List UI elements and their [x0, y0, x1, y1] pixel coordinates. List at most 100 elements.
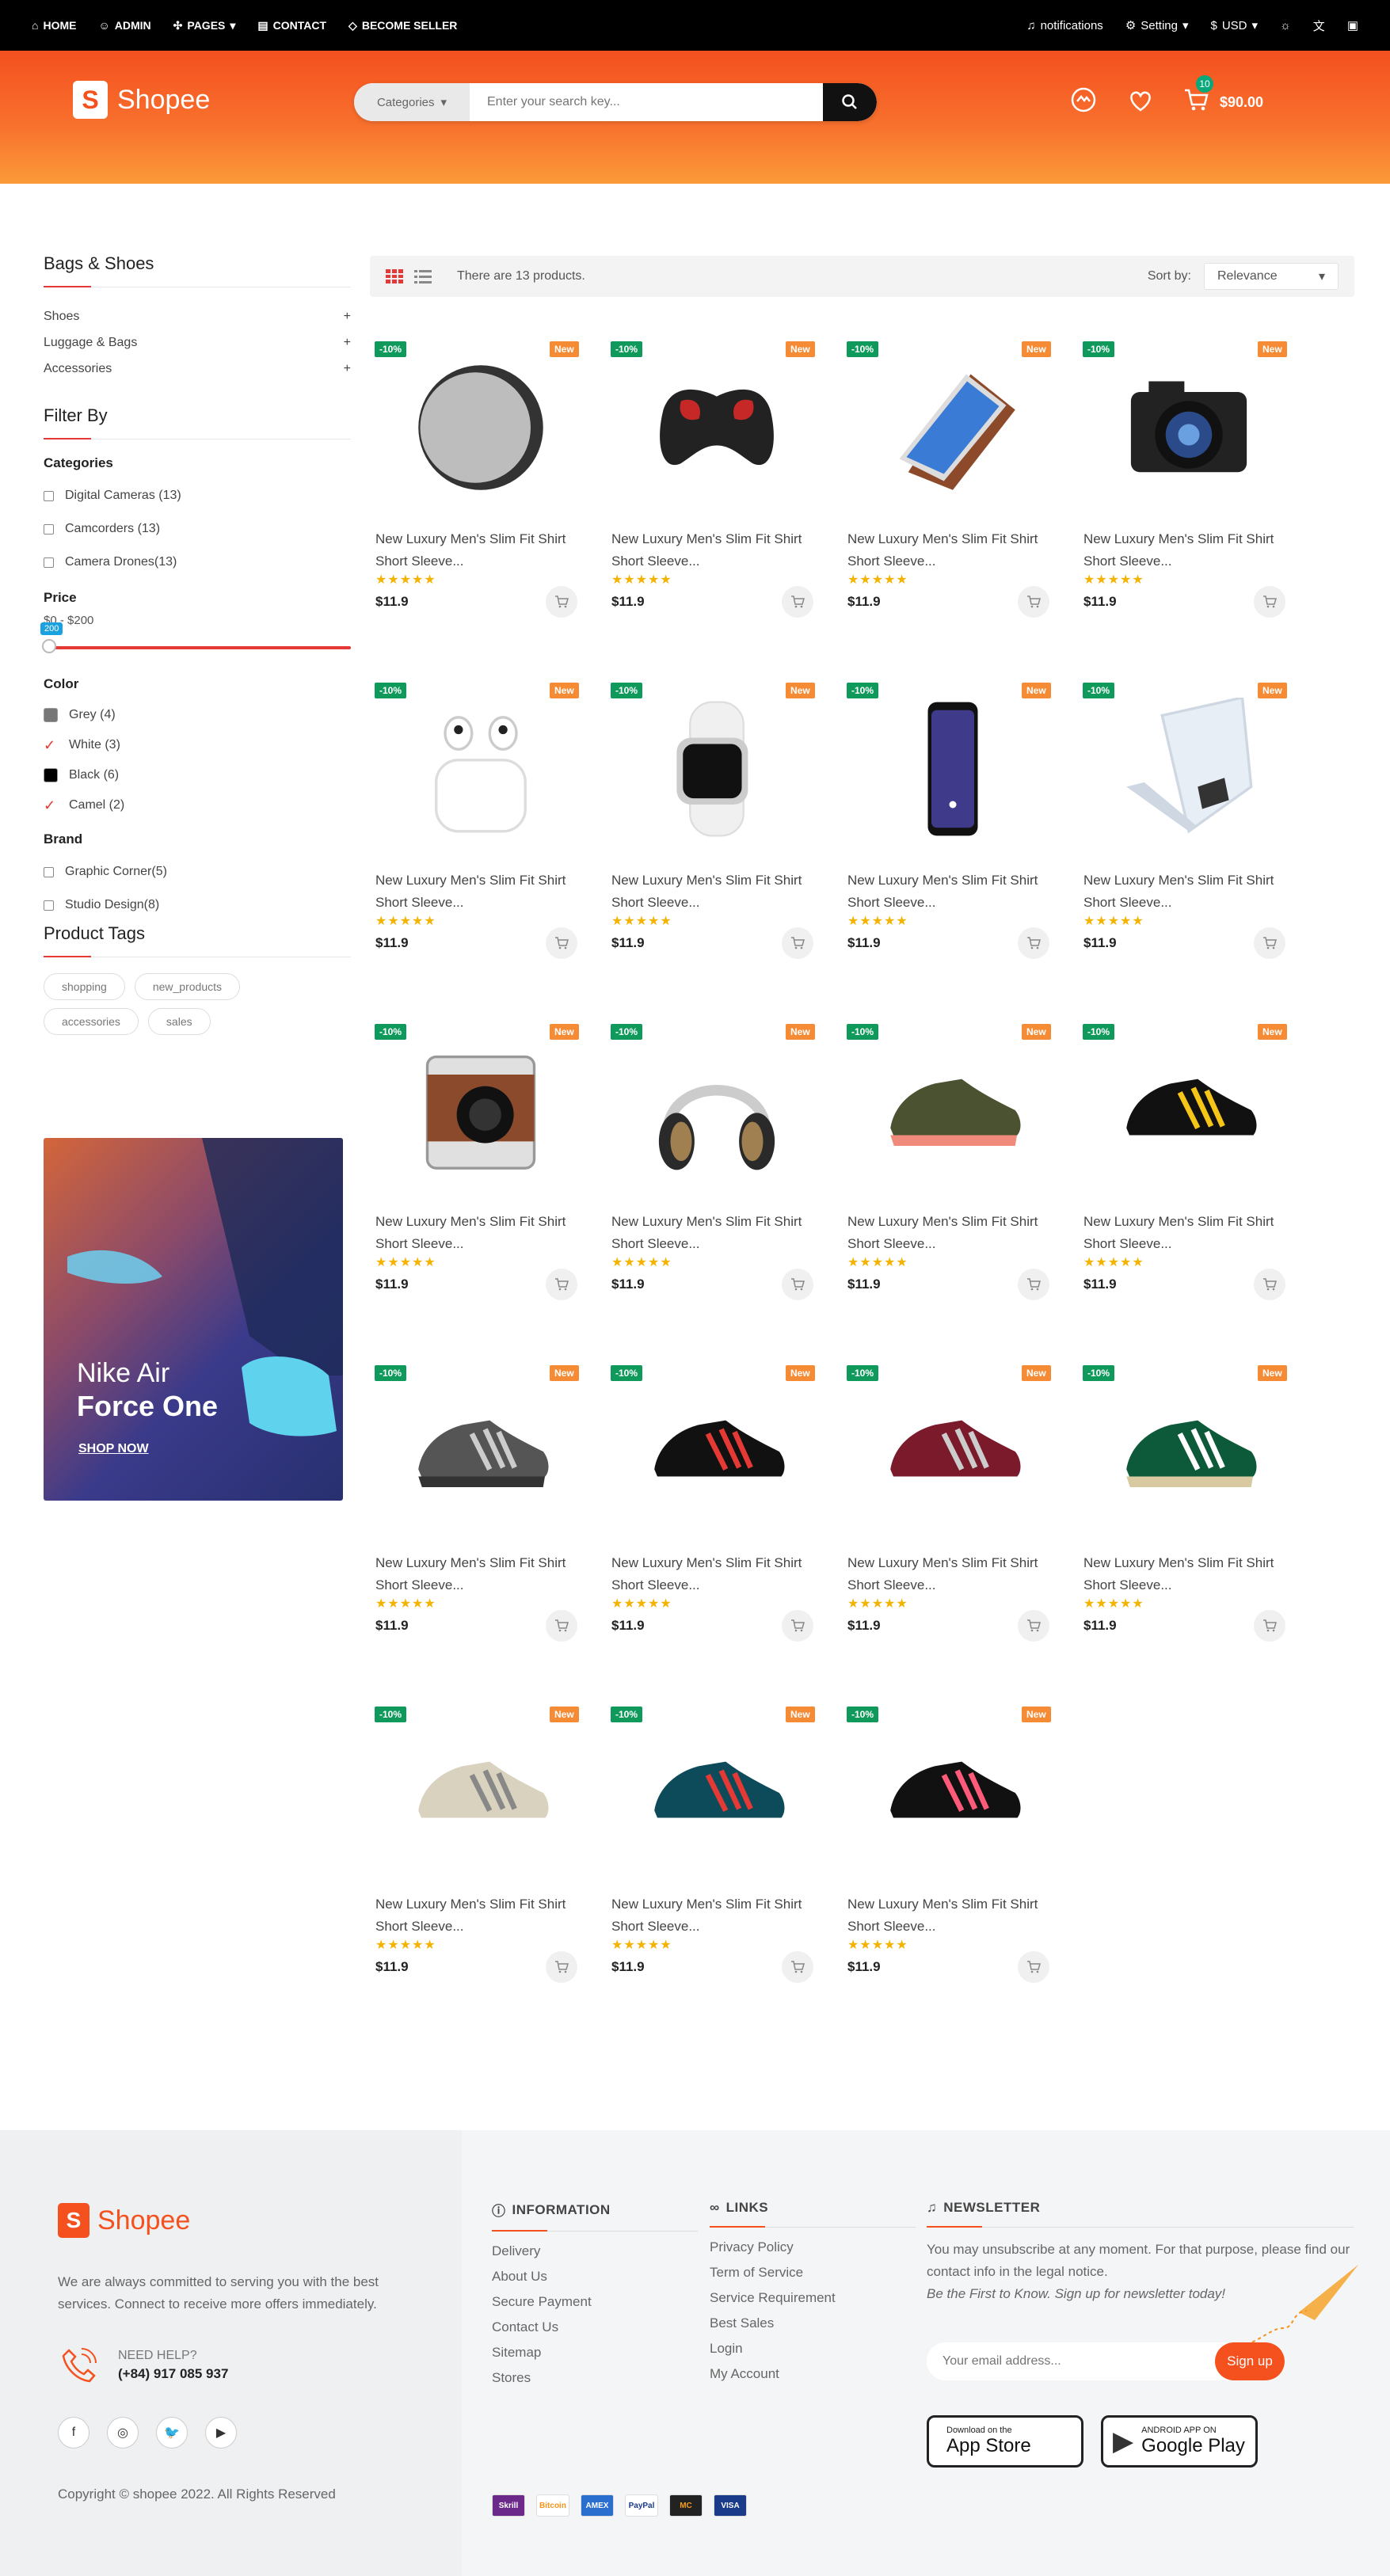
add-to-cart-button[interactable]	[1254, 1610, 1285, 1642]
product-tag[interactable]: new_products	[134, 973, 240, 1000]
site-logo[interactable]: S Shopee	[73, 81, 210, 119]
product-name[interactable]: New Luxury Men's Slim Fit Shirt Short Sl…	[1083, 869, 1297, 914]
product-image[interactable]	[1078, 333, 1300, 523]
product-name[interactable]: New Luxury Men's Slim Fit Shirt Short Sl…	[847, 1552, 1061, 1596]
footer-info-link[interactable]: Secure Payment	[492, 2293, 698, 2311]
footer-link[interactable]: Login	[710, 2340, 916, 2357]
facebook-icon[interactable]: f	[58, 2417, 89, 2449]
search-input[interactable]	[470, 83, 823, 121]
search-category-dropdown[interactable]: Categories ▾	[354, 83, 470, 121]
product-card[interactable]: -10% New New Luxury Men's Slim Fit Shirt S…	[1078, 1356, 1300, 1642]
product-card[interactable]: -10% New New Luxury Men's Slim Fit Shirt S…	[1078, 674, 1300, 959]
product-card[interactable]: -10% New New Luxury Men's Slim Fit Shirt S…	[1078, 1015, 1300, 1300]
add-to-cart-button[interactable]	[782, 1269, 813, 1300]
grid-view-icon[interactable]	[386, 269, 403, 283]
product-tag[interactable]: shopping	[44, 973, 125, 1000]
color-filter-option[interactable]: Grey (4)	[44, 700, 351, 730]
product-card[interactable]: -10% New New Luxury Men's Slim Fit Shirt S…	[370, 1015, 592, 1300]
add-to-cart-button[interactable]	[1018, 1610, 1049, 1642]
product-name[interactable]: New Luxury Men's Slim Fit Shirt Short Sl…	[375, 1893, 589, 1938]
plus-icon[interactable]: +	[344, 362, 351, 376]
sidebar-category-item[interactable]: Accessories +	[44, 356, 351, 382]
footer-link[interactable]: Term of Service	[710, 2264, 916, 2281]
promo-banner[interactable]: Nike Air Force One SHOP NOW	[44, 1138, 343, 1501]
footer-info-link[interactable]: Sitemap	[492, 2344, 698, 2361]
add-to-cart-button[interactable]	[1018, 586, 1049, 618]
product-name[interactable]: New Luxury Men's Slim Fit Shirt Short Sl…	[611, 528, 825, 573]
product-image[interactable]	[606, 1356, 828, 1547]
product-image[interactable]	[370, 333, 592, 523]
product-name[interactable]: New Luxury Men's Slim Fit Shirt Short Sl…	[611, 1552, 825, 1596]
product-card[interactable]: -10% New New Luxury Men's Slim Fit Shirt S…	[842, 674, 1064, 959]
product-name[interactable]: New Luxury Men's Slim Fit Shirt Short Sl…	[847, 1211, 1061, 1255]
quick-link[interactable]: ipad	[542, 207, 566, 222]
product-card[interactable]: -10% New New Luxury Men's Slim Fit Shirt S…	[606, 1698, 828, 1983]
product-tag[interactable]: accessories	[44, 1008, 139, 1035]
footer-link[interactable]: Best Sales	[710, 2315, 916, 2332]
add-to-cart-button[interactable]	[1018, 1269, 1049, 1300]
quick-link[interactable]: hot accessory	[318, 207, 397, 222]
quick-link[interactable]: men fashion	[228, 207, 297, 222]
product-name[interactable]: New Luxury Men's Slim Fit Shirt Short Sl…	[1083, 1552, 1297, 1596]
product-card[interactable]: -10% New New Luxury Men's Slim Fit Shirt S…	[606, 1015, 828, 1300]
color-filter-option[interactable]: Black (6)	[44, 760, 351, 790]
notifications-link[interactable]: ♫ notifications	[1026, 19, 1102, 32]
product-name[interactable]: New Luxury Men's Slim Fit Shirt Short Sl…	[375, 1552, 589, 1596]
product-image[interactable]	[842, 1698, 1064, 1888]
sidebar-category-item[interactable]: Shoes +	[44, 303, 351, 329]
currency-dropdown[interactable]: $ USD ▾	[1211, 18, 1259, 33]
quick-link[interactable]: iphone	[482, 207, 520, 222]
add-to-cart-button[interactable]	[546, 1951, 577, 1983]
checkbox[interactable]	[44, 490, 54, 501]
plus-icon[interactable]: +	[344, 336, 351, 350]
add-to-cart-button[interactable]	[1254, 1269, 1285, 1300]
product-card[interactable]: -10% New New Luxury Men's Slim Fit Shirt S…	[842, 1698, 1064, 1983]
quick-link[interactable]: footwear	[837, 207, 885, 222]
add-to-cart-button[interactable]	[1018, 1951, 1049, 1983]
product-image[interactable]	[1078, 1356, 1300, 1547]
compare-icon[interactable]	[1069, 86, 1098, 114]
sort-select[interactable]: Relevance ▾	[1204, 263, 1339, 290]
quick-link[interactable]: bike	[1138, 207, 1161, 222]
app-store-badge[interactable]: Download on the App Store	[927, 2415, 1083, 2468]
color-filter-option[interactable]: ✓ Camel (2)	[44, 790, 351, 820]
heart-icon[interactable]	[1126, 86, 1155, 114]
product-card[interactable]: -10% New New Luxury Men's Slim Fit Shirt S…	[842, 1356, 1064, 1642]
help-phone[interactable]: (+84) 917 085 937	[118, 2366, 228, 2382]
quick-link[interactable]: cosmetics	[643, 207, 699, 222]
footer-info-link[interactable]: About Us	[492, 2268, 698, 2285]
product-name[interactable]: New Luxury Men's Slim Fit Shirt Short Sl…	[1083, 1211, 1297, 1255]
add-to-cart-button[interactable]	[1254, 927, 1285, 959]
product-name[interactable]: New Luxury Men's Slim Fit Shirt Short Sl…	[375, 528, 589, 573]
theme-toggle-icon[interactable]: ☼	[1280, 19, 1291, 32]
product-name[interactable]: New Luxury Men's Slim Fit Shirt Short Sl…	[1083, 528, 1297, 573]
product-image[interactable]	[606, 1698, 828, 1888]
product-name[interactable]: New Luxury Men's Slim Fit Shirt Short Sl…	[611, 869, 825, 914]
product-card[interactable]: -10% New New Luxury Men's Slim Fit Shirt S…	[606, 674, 828, 959]
checkbox[interactable]	[44, 523, 54, 535]
product-image[interactable]	[370, 1698, 592, 1888]
product-card[interactable]: -10% New New Luxury Men's Slim Fit Shirt S…	[370, 1356, 592, 1642]
product-image[interactable]	[842, 1356, 1064, 1547]
shop-now-link[interactable]: SHOP NOW	[78, 1442, 149, 1456]
cart-button[interactable]: 10 $90.00	[1183, 75, 1263, 113]
nav-become-seller[interactable]: ◇ BECOME SELLER	[348, 19, 457, 32]
translate-icon[interactable]: 文	[1313, 17, 1325, 34]
add-to-cart-button[interactable]	[782, 586, 813, 618]
product-name[interactable]: New Luxury Men's Slim Fit Shirt Short Sl…	[847, 528, 1061, 573]
sidebar-category-item[interactable]: Luggage & Bags +	[44, 329, 351, 356]
quick-link[interactable]: watch	[907, 207, 940, 222]
product-image[interactable]	[606, 1015, 828, 1205]
product-name[interactable]: New Luxury Men's Slim Fit Shirt Short Sl…	[847, 1893, 1061, 1938]
footer-info-link[interactable]: Contact Us	[492, 2319, 698, 2336]
product-card[interactable]: -10% New New Luxury Men's Slim Fit Shirt S…	[370, 674, 592, 959]
footer-logo[interactable]: S Shopee	[58, 2203, 190, 2238]
signup-button[interactable]: Sign up	[1215, 2342, 1285, 2380]
youtube-icon[interactable]: ▶	[205, 2417, 237, 2449]
footer-link[interactable]: Service Requirement	[710, 2289, 916, 2307]
layout-icon[interactable]: ▣	[1347, 18, 1358, 32]
checkbox[interactable]	[44, 900, 54, 911]
add-to-cart-button[interactable]	[782, 927, 813, 959]
quick-link[interactable]: jewelry	[962, 207, 1001, 222]
product-image[interactable]	[842, 333, 1064, 523]
